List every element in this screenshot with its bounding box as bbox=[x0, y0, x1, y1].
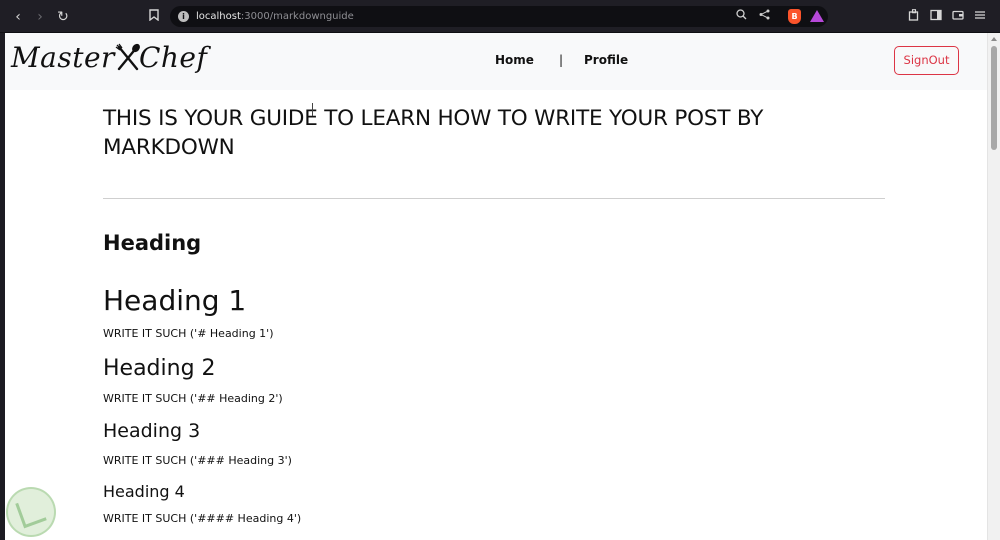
url-text[interactable]: localhost:3000/markdownguide bbox=[196, 9, 354, 24]
nav-separator: | bbox=[559, 53, 564, 67]
checkmark-icon bbox=[15, 495, 47, 529]
example-heading-2: Heading 2 bbox=[103, 356, 216, 381]
extensions-icon[interactable] bbox=[905, 8, 923, 26]
page-viewport: Master Chef Home | Profile SignOut THIS … bbox=[5, 33, 987, 540]
logo-text-chef: Chef bbox=[138, 41, 208, 74]
reload-icon[interactable]: ↻ bbox=[54, 8, 72, 26]
sidebar-icon[interactable] bbox=[927, 8, 945, 26]
info-icon[interactable]: i bbox=[178, 11, 189, 22]
share-icon[interactable] bbox=[757, 9, 772, 24]
brave-rewards-icon[interactable] bbox=[810, 10, 824, 22]
example-syntax-2: WRITE IT SUCH ('## Heading 2') bbox=[103, 392, 283, 405]
url-path: :3000/markdownguide bbox=[240, 11, 354, 22]
page-title: THIS IS YOUR GUIDE TO LEARN HOW TO WRITE… bbox=[103, 106, 764, 160]
url-host: localhost bbox=[196, 11, 241, 22]
brave-shields-icon[interactable]: B bbox=[788, 9, 801, 24]
wallet-icon[interactable] bbox=[949, 8, 967, 26]
example-syntax-1: WRITE IT SUCH ('# Heading 1') bbox=[103, 327, 274, 340]
watermark-logo bbox=[6, 487, 56, 537]
scrollbar-thumb[interactable] bbox=[991, 46, 997, 150]
back-icon[interactable]: ‹ bbox=[9, 8, 27, 26]
zoom-icon[interactable] bbox=[734, 9, 749, 24]
menu-icon[interactable] bbox=[971, 8, 989, 26]
page-scrollbar[interactable] bbox=[987, 33, 1000, 540]
example-heading-3: Heading 3 bbox=[103, 420, 201, 442]
text-cursor-icon bbox=[312, 103, 314, 116]
example-heading-1: Heading 1 bbox=[103, 284, 247, 317]
master-chef-logo[interactable]: Master Chef bbox=[11, 41, 207, 74]
scroll-up-icon[interactable] bbox=[991, 37, 997, 41]
section-heading: Heading bbox=[103, 231, 202, 255]
example-syntax-4: WRITE IT SUCH ('#### Heading 4') bbox=[103, 512, 302, 525]
utensils-icon bbox=[115, 43, 141, 73]
browser-toolbar: ‹ › ↻ i localhost:3000/markdownguide B bbox=[0, 0, 1000, 33]
logo-text-master: Master bbox=[11, 41, 115, 74]
bookmark-icon[interactable] bbox=[145, 8, 163, 26]
signout-button[interactable]: SignOut bbox=[894, 46, 959, 75]
navbar: Master Chef Home | Profile SignOut bbox=[5, 33, 987, 90]
example-heading-4: Heading 4 bbox=[103, 482, 185, 501]
divider bbox=[103, 198, 885, 199]
nav-link-home[interactable]: Home bbox=[495, 52, 534, 68]
example-syntax-3: WRITE IT SUCH ('### Heading 3') bbox=[103, 454, 292, 467]
address-bar[interactable]: i localhost:3000/markdownguide B bbox=[170, 6, 828, 27]
nav-link-profile[interactable]: Profile bbox=[584, 52, 628, 68]
forward-icon[interactable]: › bbox=[31, 8, 49, 26]
